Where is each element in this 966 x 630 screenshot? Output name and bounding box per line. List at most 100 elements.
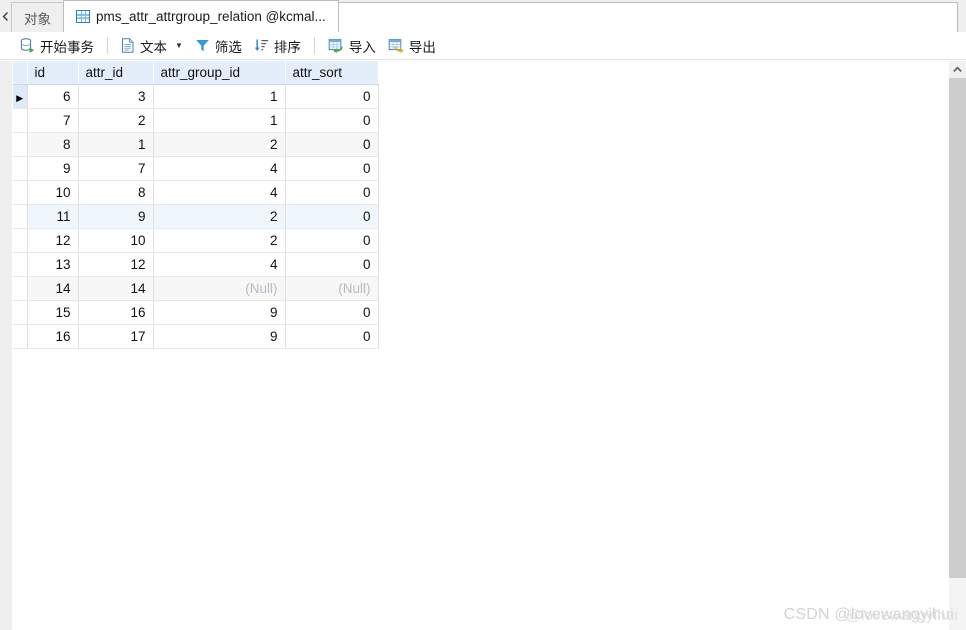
begin-transaction-button[interactable]: 开始事务 <box>14 35 100 57</box>
cell-attr-group-id[interactable]: 1 <box>153 84 286 109</box>
row-selector-cell[interactable] <box>13 156 28 181</box>
cell-attr-group-id[interactable]: 9 <box>153 300 286 325</box>
row-selector-cell[interactable] <box>13 252 28 277</box>
text-button[interactable]: 文本 ▼ <box>115 35 189 57</box>
row-selector-cell[interactable] <box>13 132 28 157</box>
filter-button[interactable]: 筛选 <box>189 35 248 57</box>
table-row[interactable]: 12 10 2 0 <box>13 228 379 253</box>
cell-id[interactable]: 9 <box>27 156 79 181</box>
cell-attr-id[interactable]: 7 <box>78 156 154 181</box>
row-selector-cell[interactable] <box>13 180 28 205</box>
cell-attr-id[interactable]: 2 <box>78 108 154 133</box>
row-selector-cell[interactable] <box>13 324 28 349</box>
cell-attr-group-id[interactable]: 9 <box>153 324 286 349</box>
row-selector-cell[interactable] <box>13 300 28 325</box>
cell-attr-sort[interactable]: 0 <box>285 180 379 205</box>
left-gutter-strip <box>0 61 12 630</box>
cell-attr-group-id[interactable]: 2 <box>153 228 286 253</box>
column-header-attr-group-id[interactable]: attr_group_id <box>153 61 286 85</box>
text-document-icon <box>122 38 134 53</box>
sort-button[interactable]: 排序 <box>248 35 307 57</box>
cell-id[interactable]: 15 <box>27 300 79 325</box>
toolbar: 开始事务 文本 ▼ 筛选 排序 导入 导出 <box>0 32 966 60</box>
export-icon <box>388 39 404 53</box>
cell-id[interactable]: 10 <box>27 180 79 205</box>
toolbar-separator-1 <box>107 37 108 54</box>
cell-attr-group-id[interactable]: 4 <box>153 252 286 277</box>
cell-attr-id[interactable]: 9 <box>78 204 154 229</box>
toolbar-separator-2 <box>313 37 315 54</box>
cell-attr-group-id[interactable]: (Null) <box>153 276 286 301</box>
cell-id[interactable]: 7 <box>27 108 79 133</box>
cell-attr-id[interactable]: 10 <box>78 228 154 253</box>
import-label: 导入 <box>348 39 376 55</box>
table-row[interactable]: 11 9 2 0 <box>13 204 379 229</box>
scrollbar-thumb[interactable] <box>949 78 966 578</box>
watermark-ghost-text: @lovewangyihui <box>845 607 958 624</box>
tab-table-label: pms_attr_attrgroup_relation @kcmal... <box>96 9 326 24</box>
data-grid-area: id attr_id attr_group_id attr_sort ▶ 6 3 1 0… <box>0 61 966 630</box>
chevron-left-icon[interactable] <box>0 0 11 32</box>
cell-attr-group-id[interactable]: 1 <box>153 108 286 133</box>
cell-attr-sort[interactable]: 0 <box>285 228 379 253</box>
cell-id[interactable]: 13 <box>27 252 79 277</box>
cell-id[interactable]: 11 <box>27 204 79 229</box>
cell-attr-group-id[interactable]: 4 <box>153 180 286 205</box>
row-selector-cell[interactable] <box>13 204 28 229</box>
cell-attr-sort[interactable]: 0 <box>285 324 379 349</box>
begin-transaction-label: 开始事务 <box>40 39 94 55</box>
table-row[interactable]: 13 12 4 0 <box>13 252 379 277</box>
column-header-id[interactable]: id <box>27 61 79 85</box>
table-header-row: id attr_id attr_group_id attr_sort <box>13 61 379 85</box>
cell-id[interactable]: 6 <box>27 84 79 109</box>
tab-bar: 对象 pms_attr_attrgroup_relation @kcmal... <box>0 0 966 32</box>
chevron-up-icon[interactable] <box>949 61 966 78</box>
cell-attr-id[interactable]: 3 <box>78 84 154 109</box>
cell-attr-sort[interactable]: 0 <box>285 204 379 229</box>
table-row[interactable]: 7210 <box>13 108 379 133</box>
tab-objects[interactable]: 对象 <box>11 2 64 32</box>
cell-attr-sort[interactable]: 0 <box>285 132 379 157</box>
table-row[interactable]: 10 8 4 0 <box>13 180 379 205</box>
import-button[interactable]: 导入 <box>322 35 382 57</box>
cell-attr-id[interactable]: 8 <box>78 180 154 205</box>
current-row-marker-icon: ▶ <box>16 92 24 103</box>
chevron-down-icon[interactable]: ▼ <box>175 41 183 50</box>
cell-attr-group-id[interactable]: 2 <box>153 132 286 157</box>
cell-attr-sort[interactable]: 0 <box>285 252 379 277</box>
cell-attr-group-id[interactable]: 2 <box>153 204 286 229</box>
table-row[interactable]: ▶ 6 3 1 0 <box>13 84 379 109</box>
cell-attr-sort[interactable]: 0 <box>285 156 379 181</box>
sort-label: 排序 <box>273 39 301 55</box>
cell-attr-sort[interactable]: 0 <box>285 108 379 133</box>
column-header-attr-id[interactable]: attr_id <box>78 61 154 85</box>
table-row[interactable]: 9740 <box>13 156 379 181</box>
vertical-scrollbar[interactable] <box>949 61 966 630</box>
row-selector-cell[interactable]: ▶ <box>13 84 28 109</box>
cell-attr-id[interactable]: 17 <box>78 324 154 349</box>
cell-attr-id[interactable]: 14 <box>78 276 154 301</box>
cell-attr-id[interactable]: 1 <box>78 132 154 157</box>
tab-bar-filler <box>337 2 958 32</box>
cell-attr-sort[interactable]: (Null) <box>285 276 379 301</box>
table-row[interactable]: 8120 <box>13 132 379 157</box>
csdn-watermark: CSDN @lovewangyihui @lovewangyihui <box>784 606 958 624</box>
row-selector-cell[interactable] <box>13 276 28 301</box>
row-selector-cell[interactable] <box>13 108 28 133</box>
cell-id[interactable]: 12 <box>27 228 79 253</box>
cell-attr-id[interactable]: 12 <box>78 252 154 277</box>
cell-id[interactable]: 16 <box>27 324 79 349</box>
table-row[interactable]: 16 17 9 0 <box>13 324 379 349</box>
cell-id[interactable]: 8 <box>27 132 79 157</box>
row-selector-cell[interactable] <box>13 228 28 253</box>
export-button[interactable]: 导出 <box>382 35 442 57</box>
cell-attr-id[interactable]: 16 <box>78 300 154 325</box>
cell-id[interactable]: 14 <box>27 276 79 301</box>
cell-attr-sort[interactable]: 0 <box>285 300 379 325</box>
cell-attr-sort[interactable]: 0 <box>285 84 379 109</box>
column-header-attr-sort[interactable]: attr_sort <box>285 61 379 85</box>
table-row[interactable]: 15 16 9 0 <box>13 300 379 325</box>
tab-table-pms-attr-attrgroup-relation[interactable]: pms_attr_attrgroup_relation @kcmal... <box>63 0 339 32</box>
cell-attr-group-id[interactable]: 4 <box>153 156 286 181</box>
table-row[interactable]: 14 14 (Null) (Null) <box>13 276 379 301</box>
